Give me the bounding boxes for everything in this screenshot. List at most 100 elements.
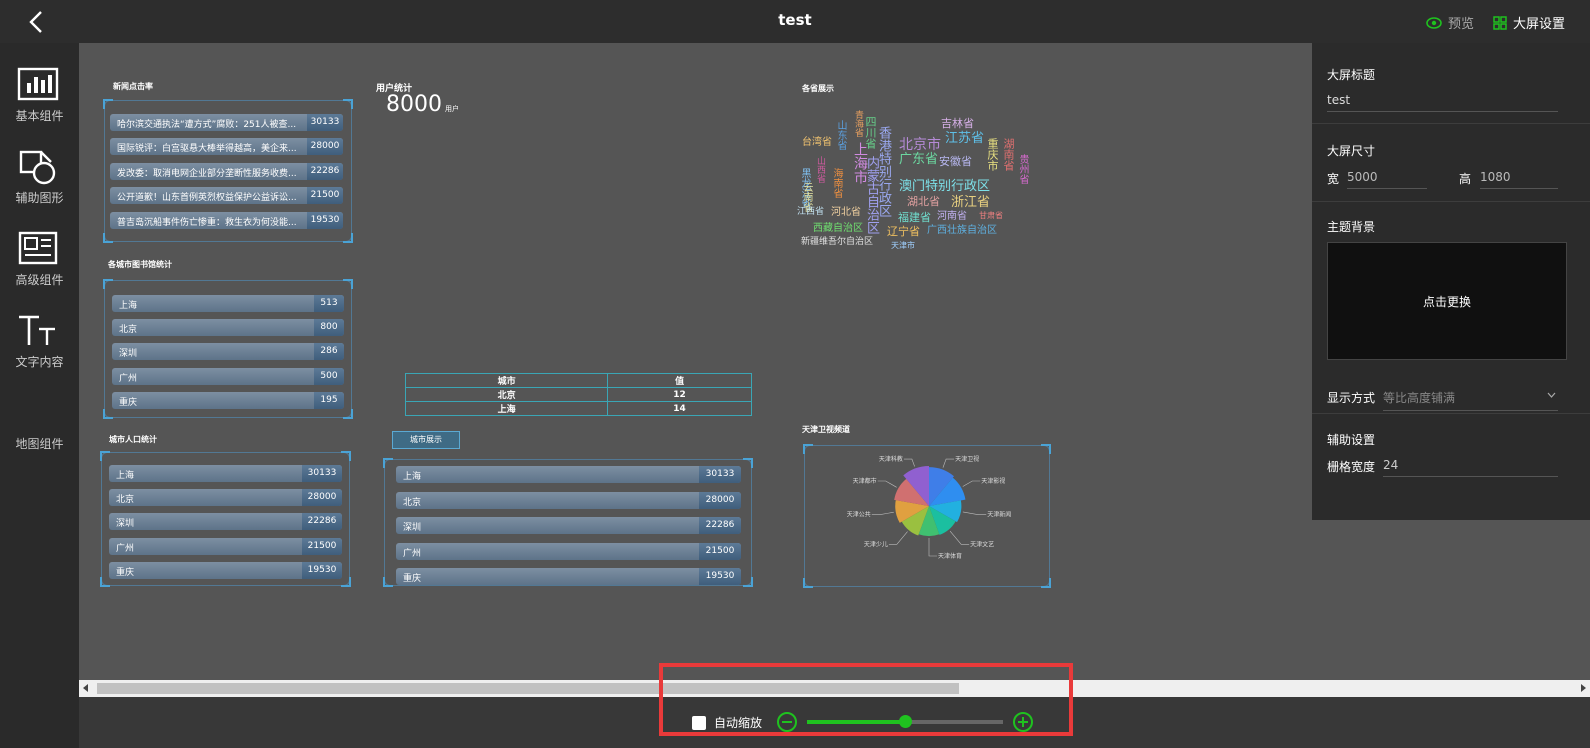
widget-title-population: 城市人口统计 [109,435,157,444]
frame-corner [103,99,113,109]
list-item-value: 30133 [699,466,741,483]
frame-corner [383,577,393,587]
list-item-label: 重庆 [119,397,138,408]
screen-title-input[interactable]: test [1327,93,1558,112]
list-item: 上海 513 [112,295,344,312]
grid-width-input[interactable]: 24 [1383,458,1558,477]
grid-width-label: 栅格宽度 [1327,460,1376,474]
list-item: 普吉岛沉船事件伤亡惨重：救生衣为何没能... 19530 [110,211,343,229]
list-item-value: 28000 [307,138,343,156]
size-section-label: 大屏尺寸 [1327,144,1376,158]
frame-corner [100,577,110,587]
page-title: test [778,11,812,29]
list-item-value: 286 [314,343,344,361]
word-cloud-word: 海南省 [831,168,842,198]
list-item-label: 重庆 [116,567,135,578]
settings-panel: 大屏标题 test 大屏尺寸 宽 5000 高 1080 主题背景 点击更换 显… [1312,43,1590,520]
list-item-value: 800 [314,319,344,337]
back-button[interactable] [24,9,50,35]
plus-icon-vertical [1022,717,1024,727]
list-item: 深圳 22286 [109,513,342,531]
display-mode-value: 等比高度铺满 [1383,391,1456,405]
word-cloud-word: 贵州省 [1017,154,1028,184]
sidebar-item-text[interactable]: 文字内容 [0,307,79,377]
zoom-out-button[interactable] [777,712,797,732]
list-item: 深圳 286 [112,343,344,361]
tianjin-rose-chart[interactable]: 天津卫视天津影视天津新闻天津文艺天津体育 天津少儿 天津公共 天津都市 天津科教 [804,445,1050,587]
list-item-label: 普吉岛沉船事件伤亡惨重：救生衣为何没能... [117,217,297,228]
sidebar-label-shapes: 辅助图形 [15,191,64,205]
word-cloud-word: 台湾省 [802,137,832,148]
list-item-label: 深圳 [119,349,138,360]
preview-label: 预览 [1448,17,1475,32]
height-input[interactable]: 1080 [1480,170,1558,189]
top-bar: test 预览 大屏设置 [0,0,1590,43]
pie-leader-line [962,511,987,515]
word-cloud[interactable]: 吉林省 北京市 江苏省 四川省 青海省 山东省 台湾省 上海市 香港特别行政区 广东省 安徽省 重庆市… [795,108,1040,258]
screen-settings-button[interactable]: 大屏设置 [1493,13,1565,32]
pie-label: 天津影视 [981,477,1005,485]
word-cloud-word: 山东省 [835,120,846,150]
list-item-value: 28000 [699,491,741,509]
word-cloud-word: 新疆维吾尔自治区 [801,237,874,247]
list-item: 上海 30133 [109,465,342,482]
scroll-left-icon[interactable] [83,684,88,692]
background-section-label: 主题背景 [1327,220,1376,234]
list-item-value: 500 [314,367,344,385]
text-icon [19,315,55,345]
city-show-tag[interactable]: 城市展示 [392,431,460,449]
zoom-slider-handle[interactable] [899,715,912,728]
word-cloud-word: 天津市 [891,241,915,250]
table-header-row: 城市 值 [404,373,752,388]
pie-leader-line [888,531,908,545]
list-item-label: 北京 [403,497,422,508]
word-cloud-word: 重庆市 [986,138,999,171]
list-item-value: 19530 [307,211,343,229]
word-cloud-word: 湖北省 [907,195,940,208]
scrollbar-thumb[interactable] [97,683,959,694]
list-item-label: 上海 [119,301,138,311]
list-item-label: 广州 [403,548,422,559]
zoom-in-button[interactable] [1013,712,1033,732]
app-root: test 预览 大屏设置 基本组件 辅助图形 高级组件 文字内容 地图组件 新闻… [0,0,1590,748]
frame-corner [743,458,753,468]
zoom-slider[interactable] [807,715,1003,728]
sidebar-item-basic[interactable]: 基本组件 [0,61,79,131]
word-cloud-word: 西藏自治区 [813,223,863,234]
city-value-table[interactable]: 城市 值 北京 12 上海 14 [404,373,752,416]
list-item-value: 513 [314,295,344,312]
word-cloud-word: 广西壮族自治区 [927,225,997,236]
frame-corner [743,577,753,587]
list-item: 广州 21500 [109,537,342,555]
sidebar-item-advanced[interactable]: 高级组件 [0,225,79,295]
list-item-value: 21500 [307,187,343,205]
auto-scale-toggle[interactable]: 自动缩放 [692,714,762,731]
change-background-button[interactable]: 点击更换 [1327,242,1567,360]
widget-title-tianjin: 天津卫视频道 [802,425,850,434]
list-item-value: 21500 [699,542,741,560]
frame-corner [341,451,351,461]
list-item-label: 发改委：取消电网企业部分垄断性服务收费... [117,168,297,179]
width-label: 宽 [1327,172,1340,186]
auto-scale-checkbox[interactable] [692,715,706,730]
pie-label: 天津都市 [853,477,877,485]
list-item-label: 公开道歉！山东首例英烈权益保护公益诉讼... [117,193,297,204]
list-item-value: 22286 [699,517,741,534]
sidebar-item-map[interactable]: 地图组件 [0,389,79,459]
zoom-slider-fill [807,720,905,724]
auto-scale-label: 自动缩放 [714,716,763,730]
display-mode-select[interactable]: 等比高度铺满 [1383,389,1558,411]
preview-button[interactable]: 预览 [1426,13,1474,32]
word-cloud-word: 山西省 [815,156,825,183]
scroll-right-icon[interactable] [1581,684,1586,692]
frame-corner [343,409,353,419]
table-cell: 14 [607,401,752,416]
width-input[interactable]: 5000 [1347,170,1427,189]
horizontal-scrollbar[interactable] [79,680,1590,697]
list-item-label: 国际锐评：白宫驱悬大棒举得越高，美企来... [117,144,297,155]
table-cell: 12 [607,387,752,402]
pie-label: 天津卫视 [955,455,979,463]
advanced-widget-icon [18,231,58,265]
list-item: 广州 21500 [396,542,741,560]
sidebar-item-shapes[interactable]: 辅助图形 [0,143,79,213]
